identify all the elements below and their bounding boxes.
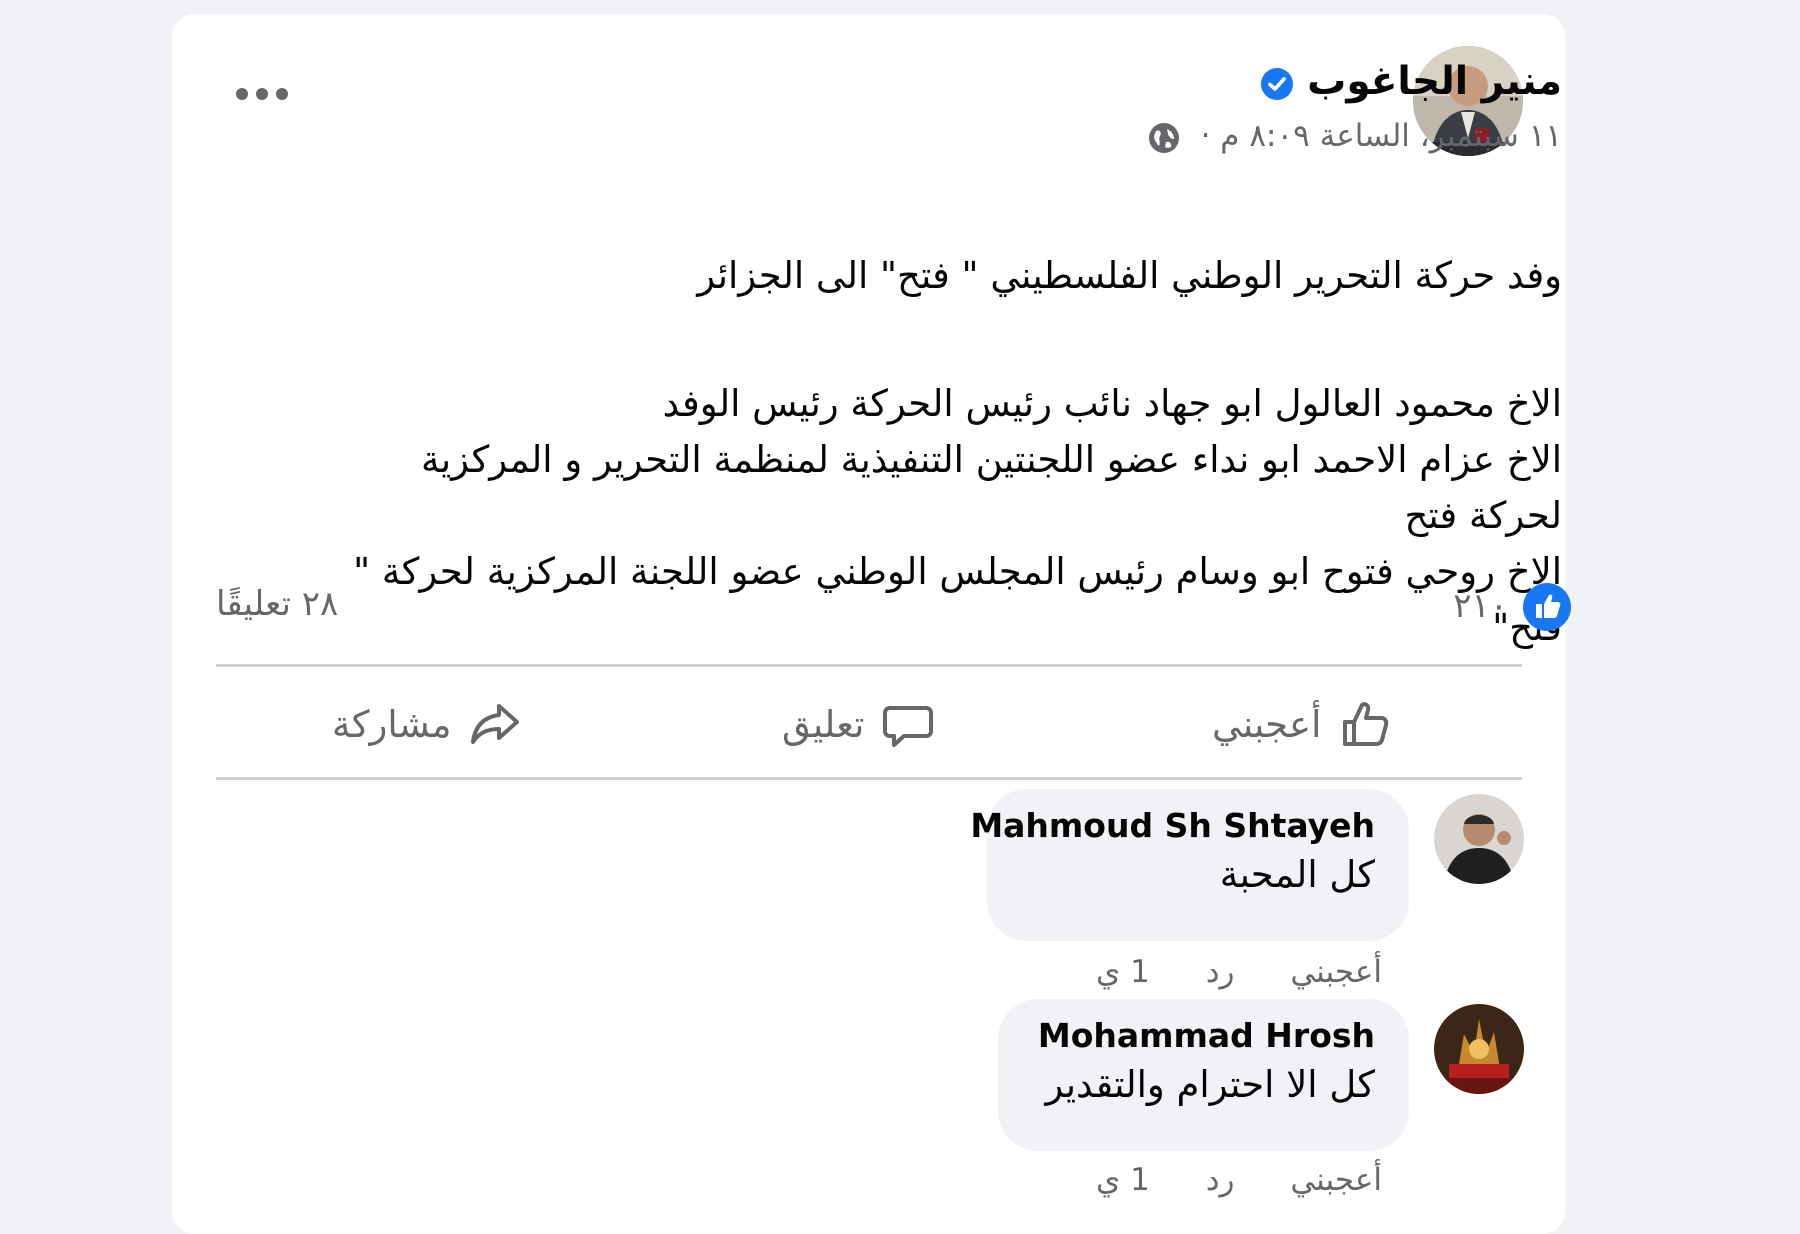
comment-reply-link[interactable]: رد bbox=[1206, 954, 1235, 990]
comment-time[interactable]: 1 ي bbox=[1096, 954, 1150, 990]
comment-bubble-icon bbox=[883, 706, 934, 747]
post-card: منير الجاغوب ١١ سبتمبر، الساعة ٨:٠٩ م · … bbox=[172, 14, 1571, 1234]
comment-bubble: Mohammad Hrosh كل الا احترام والتقدير bbox=[998, 999, 1409, 1151]
likes-count: ٢١٠ bbox=[1453, 586, 1508, 626]
comment-time[interactable]: 1 ي bbox=[1096, 1162, 1150, 1198]
commenter-name[interactable]: Mahmoud Sh Shtayeh bbox=[970, 803, 1375, 849]
share-button-label: مشاركة bbox=[332, 702, 452, 746]
comment-actions: أعجبني رد 1 ي bbox=[872, 954, 1382, 990]
share-button[interactable]: مشاركة bbox=[332, 689, 523, 759]
thumbs-up-icon bbox=[1343, 702, 1389, 746]
comment-actions: أعجبني رد 1 ي bbox=[872, 1162, 1382, 1198]
more-options-button[interactable] bbox=[232, 76, 296, 112]
commenter-name[interactable]: Mohammad Hrosh bbox=[1032, 1013, 1375, 1059]
like-button[interactable]: أعجبني bbox=[1212, 689, 1393, 759]
globe-icon bbox=[1148, 122, 1179, 153]
verified-badge-icon bbox=[1260, 67, 1293, 100]
comment-like-link[interactable]: أعجبني bbox=[1290, 1162, 1382, 1198]
comments-count[interactable]: ٢٨ تعليقًا bbox=[216, 584, 338, 624]
post-meta-row: ١١ سبتمبر، الساعة ٨:٠٩ م · bbox=[872, 114, 1562, 158]
reactions-summary[interactable]: ٢١٠ bbox=[1372, 582, 1572, 632]
comment-like-link[interactable]: أعجبني bbox=[1290, 954, 1382, 990]
like-button-label: أعجبني bbox=[1212, 702, 1322, 746]
commenter-avatar[interactable] bbox=[1434, 794, 1524, 884]
post-timestamp[interactable]: ١١ سبتمبر، الساعة ٨:٠٩ م · bbox=[1201, 118, 1562, 154]
comment-button[interactable]: تعليق bbox=[782, 689, 936, 759]
post-text-body: الاخ محمود العالول ابو جهاد نائب رئيس ال… bbox=[353, 382, 1562, 649]
divider-top bbox=[216, 664, 1522, 667]
comment-reply-link[interactable]: رد bbox=[1206, 1162, 1235, 1198]
commenter-avatar[interactable] bbox=[1434, 1004, 1524, 1094]
comment-text: كل المحبة bbox=[1219, 853, 1375, 896]
author-name-row: منير الجاغوب bbox=[932, 56, 1562, 108]
share-arrow-icon bbox=[471, 704, 520, 744]
comment-bubble: Mahmoud Sh Shtayeh كل المحبة bbox=[970, 789, 1409, 941]
divider-bottom bbox=[216, 777, 1522, 780]
author-name[interactable]: منير الجاغوب bbox=[1307, 59, 1562, 104]
comment-button-label: تعليق bbox=[782, 702, 865, 746]
post-text-headline: وفد حركة التحرير الوطني الفلسطيني " فتح"… bbox=[697, 254, 1562, 297]
post-text: وفد حركة التحرير الوطني الفلسطيني " فتح"… bbox=[212, 192, 1562, 728]
more-dots-icon bbox=[236, 88, 288, 100]
comment-text: كل الا احترام والتقدير bbox=[1045, 1063, 1375, 1106]
like-badge-icon bbox=[1523, 583, 1571, 631]
